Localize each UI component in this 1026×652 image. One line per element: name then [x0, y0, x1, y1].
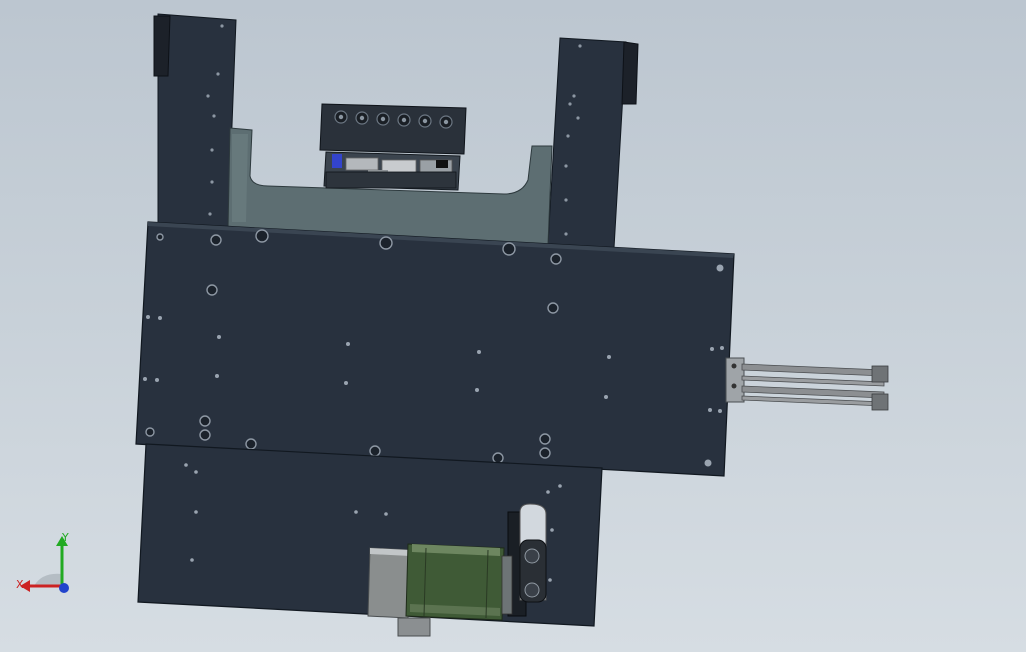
motor-end-cap	[367, 547, 411, 619]
main-upper-plate[interactable]	[135, 221, 735, 477]
left-column-cap	[153, 15, 171, 77]
y-axis-label: Y	[61, 531, 69, 544]
cad-viewport[interactable]: Y X	[0, 0, 1026, 652]
cad-model-scene[interactable]	[0, 0, 1026, 652]
connector-block[interactable]	[319, 103, 467, 191]
motor-connector	[397, 617, 431, 637]
right-upright-column[interactable]	[547, 37, 639, 249]
x-axis-label: X	[16, 578, 24, 591]
side-rod-assembly[interactable]	[725, 357, 889, 411]
rod-3	[741, 385, 885, 399]
rod-end-cap-1	[871, 365, 889, 383]
left-upright-column[interactable]	[153, 13, 237, 231]
z-axis-dot	[59, 583, 69, 593]
blue-sensor	[332, 154, 342, 168]
right-column-cap	[621, 41, 639, 105]
coordinate-triad-icon: Y X	[16, 531, 69, 593]
rod-2	[741, 375, 885, 387]
rod-1	[741, 363, 885, 377]
rod-end-cap-2	[871, 393, 889, 411]
